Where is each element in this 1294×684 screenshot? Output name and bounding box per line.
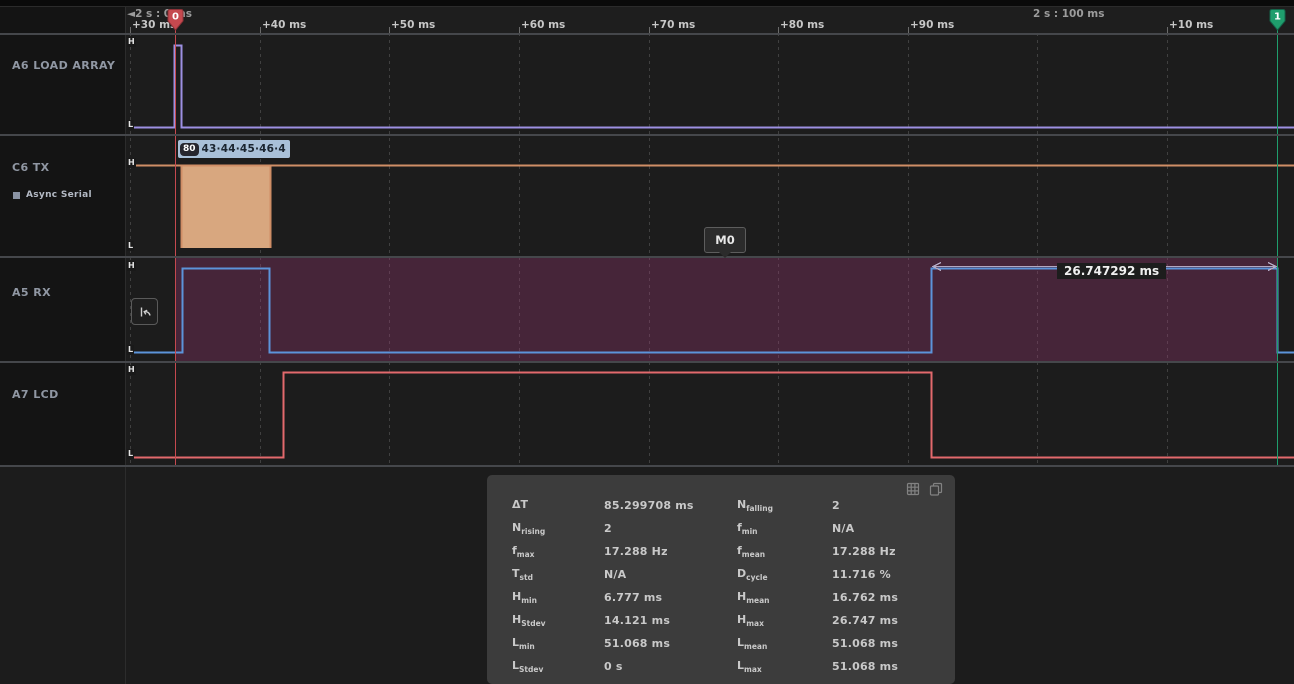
measurement-stats-panel: ΔT85.299708 msNfalling2Nrising2fminN/Afm…	[487, 475, 955, 684]
stat-value: 14.121 ms	[604, 614, 737, 627]
level-high-c6: H	[127, 158, 136, 168]
stat-label: Hmin	[512, 590, 604, 605]
row-divider	[0, 361, 1294, 363]
stats-grid: ΔT85.299708 msNfalling2Nrising2fminN/Afm…	[512, 494, 941, 678]
stat-label: Dcycle	[737, 567, 832, 582]
serial-byte-values: 43·44·45·46·4	[202, 143, 286, 155]
stat-label: Lmax	[737, 659, 832, 674]
stat-label: Hmax	[737, 613, 832, 628]
stat-label: Lmin	[512, 636, 604, 651]
stat-label: Hmean	[737, 590, 832, 605]
level-high-a7: H	[127, 365, 136, 375]
channel-plot-a7[interactable]	[125, 363, 1294, 465]
stat-label: Nfalling	[737, 498, 832, 513]
svg-text:0: 0	[172, 12, 179, 23]
jump-to-edge-button[interactable]	[131, 298, 158, 325]
row-divider	[0, 33, 1294, 35]
stat-label: fmin	[737, 521, 832, 536]
stat-value: 2	[604, 522, 737, 535]
level-high-a5: H	[127, 261, 136, 271]
edge-arrow-icon	[137, 304, 153, 320]
marker-1-flag[interactable]: 1	[1268, 8, 1287, 33]
stat-value: N/A	[832, 522, 941, 535]
stat-value: 16.762 ms	[832, 591, 941, 604]
row-divider	[0, 465, 1294, 467]
stat-label: Tstd	[512, 567, 604, 582]
stat-value: 11.716 %	[832, 568, 941, 581]
level-low-a5: L	[127, 345, 134, 355]
stat-value: 85.299708 ms	[604, 499, 737, 512]
stat-value: 26.747 ms	[832, 614, 941, 627]
measurement-value: 26.747292 ms	[1057, 263, 1166, 279]
level-high-a6: H	[127, 37, 136, 47]
stat-label: Nrising	[512, 521, 604, 536]
stat-label: ΔT	[512, 498, 604, 513]
stat-value: 2	[832, 499, 941, 512]
level-low-a6: L	[127, 120, 134, 130]
level-low-a7: L	[127, 449, 134, 459]
stat-value: 51.068 ms	[604, 637, 737, 650]
stat-value: 6.777 ms	[604, 591, 737, 604]
stat-value: N/A	[604, 568, 737, 581]
level-low-c6: L	[127, 241, 134, 251]
channel-plot-a6[interactable]	[125, 35, 1294, 134]
stat-label: Lmean	[737, 636, 832, 651]
stat-value: 0 s	[604, 660, 737, 673]
stat-value: 17.288 Hz	[604, 545, 737, 558]
stat-label: HStdev	[512, 613, 604, 628]
stat-value: 51.068 ms	[832, 637, 941, 650]
stat-label: fmax	[512, 544, 604, 559]
stat-label: fmean	[737, 544, 832, 559]
svg-text:1: 1	[1274, 12, 1281, 23]
logic-analyzer-app: ◄2 s : 0 ms 2 s : 100 ms +30 ms+40 ms+50…	[0, 0, 1294, 684]
serial-data-tooltip: 80 43·44·45·46·4	[178, 140, 290, 158]
stat-value: 17.288 Hz	[832, 545, 941, 558]
stat-value: 51.068 ms	[832, 660, 941, 673]
marker-0-flag[interactable]: 0	[166, 8, 185, 33]
stat-label: LStdev	[512, 659, 604, 674]
serial-byte-count-badge: 80	[180, 143, 199, 156]
row-divider	[0, 256, 1294, 258]
marker-m0[interactable]: M0	[704, 227, 746, 253]
row-divider	[0, 134, 1294, 136]
